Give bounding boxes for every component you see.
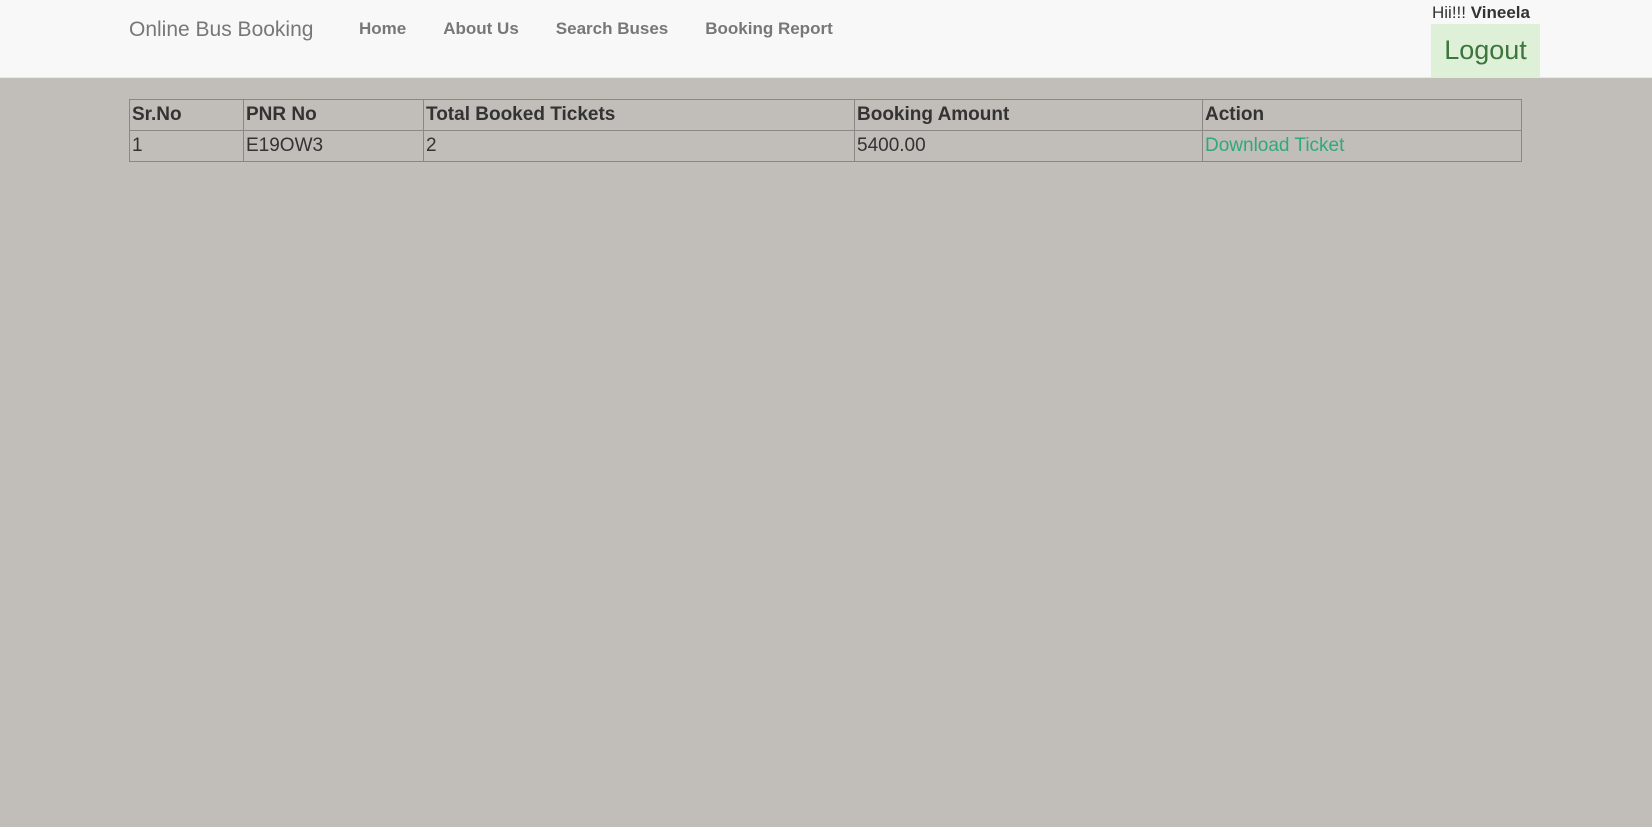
nav-links: Home About Us Search Buses Booking Repor… — [359, 19, 833, 39]
nav-about-us[interactable]: About Us — [443, 19, 519, 39]
cell-booking-amount: 5400.00 — [854, 130, 1203, 162]
navbar: Online Bus Booking Home About Us Search … — [0, 0, 1652, 78]
booking-report-table: Sr.No PNR No Total Booked Tickets Bookin… — [129, 99, 1522, 162]
brand-link[interactable]: Online Bus Booking — [129, 18, 313, 42]
table-row: 1 E19OW3 2 5400.00 Download Ticket — [129, 130, 1522, 162]
username: Vineela — [1470, 3, 1530, 22]
greeting-text: Hii!!! — [1432, 3, 1466, 22]
cell-pnr-no: E19OW3 — [243, 130, 424, 162]
header-total-booked-tickets: Total Booked Tickets — [423, 99, 855, 131]
cell-action: Download Ticket — [1202, 130, 1522, 162]
nav-search-buses[interactable]: Search Buses — [556, 19, 668, 39]
header-action: Action — [1202, 99, 1522, 131]
table-header-row: Sr.No PNR No Total Booked Tickets Bookin… — [129, 99, 1522, 131]
logout-button[interactable]: Logout — [1431, 24, 1540, 77]
user-greeting: Hii!!! Vineela — [1432, 3, 1530, 23]
nav-home[interactable]: Home — [359, 19, 406, 39]
header-pnr-no: PNR No — [243, 99, 424, 131]
cell-sr-no: 1 — [129, 130, 244, 162]
header-sr-no: Sr.No — [129, 99, 244, 131]
nav-booking-report[interactable]: Booking Report — [705, 19, 833, 39]
download-ticket-link[interactable]: Download Ticket — [1205, 135, 1344, 156]
header-booking-amount: Booking Amount — [854, 99, 1203, 131]
cell-total-tickets: 2 — [423, 130, 855, 162]
